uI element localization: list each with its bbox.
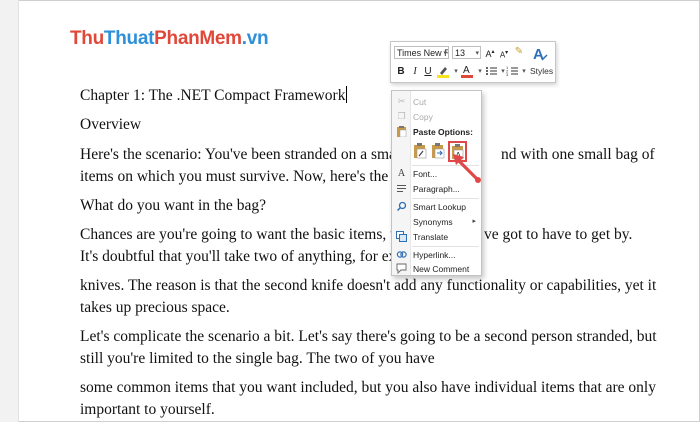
clipboard-icon	[396, 126, 407, 138]
translate-icon	[396, 231, 407, 242]
styles-label: Styles	[530, 66, 554, 76]
doc-line: What do you want in the bag?	[80, 197, 266, 214]
svg-text:A: A	[463, 65, 470, 76]
doc-line: Overview	[80, 116, 142, 133]
font-color-icon[interactable]: A	[461, 63, 473, 78]
svg-text:3: 3	[506, 72, 509, 77]
menu-item-synonyms[interactable]: Synonyms ▸	[392, 215, 481, 229]
doc-line: Here's the scenario: You've been strande…	[80, 146, 396, 163]
svg-text:A: A	[533, 46, 544, 63]
styles-icon[interactable]: A	[530, 44, 550, 64]
link-icon	[396, 249, 407, 260]
search-icon	[396, 201, 407, 212]
font-name-select[interactable]: Times New Ro▾	[394, 46, 449, 59]
paste-keep-source-formatting-icon[interactable]	[412, 142, 428, 159]
menu-item-smart-lookup[interactable]: Smart Lookup	[392, 200, 481, 214]
doc-line: Let's complicate the scenario a bit. Let…	[80, 328, 657, 345]
menu-item-translate[interactable]: Translate	[392, 230, 481, 244]
font-size-select[interactable]: 13 ▾	[452, 46, 481, 59]
shrink-font-icon[interactable]: A▾	[498, 47, 510, 60]
bold-icon[interactable]: B	[395, 66, 407, 79]
doc-line-heading: Chapter 1: The .NET Compact Framework	[80, 86, 348, 104]
grow-font-icon[interactable]: A▴	[484, 46, 496, 59]
paragraph-icon	[396, 183, 407, 194]
chevron-down-icon[interactable]: ▾	[518, 66, 530, 79]
comment-icon	[396, 263, 407, 275]
doc-line-fragment: ve got to have to get by.	[484, 226, 633, 243]
left-margin-strip	[0, 0, 19, 422]
doc-line: takes up precious space.	[80, 299, 230, 316]
format-painter-icon[interactable]: ✎	[513, 46, 525, 59]
doc-line-fragment: nd with one small bag of	[501, 146, 655, 163]
chevron-down-icon: ▾	[475, 50, 479, 57]
doc-line: important to yourself.	[80, 401, 215, 418]
bullets-icon[interactable]	[485, 65, 497, 78]
doc-line: Chances are you're going to want the bas…	[80, 226, 410, 243]
text-cursor	[346, 86, 348, 103]
menu-separator	[412, 246, 479, 247]
paste-merge-formatting-icon[interactable]	[430, 142, 446, 159]
scissors-icon: ✂	[397, 96, 406, 106]
watermark-logo: ThuThuatPhanMem.vn	[70, 28, 269, 49]
annotation-arrow-icon	[453, 154, 481, 183]
menu-item-cut[interactable]: ✂ Cut	[392, 95, 481, 109]
menu-item-copy[interactable]: ❐ Copy	[392, 110, 481, 124]
doc-line: items on which you must survive. Now, he…	[80, 168, 408, 185]
numbering-icon[interactable]: 123	[506, 65, 518, 78]
doc-line: some common items that you want included…	[80, 379, 656, 396]
menu-item-hyperlink[interactable]: Hyperlink...	[392, 248, 481, 262]
chevron-down-icon: ▾	[443, 50, 447, 57]
mini-toolbar: Times New Ro▾ 13▾ A▴ A▾ ✎ A Styles B I U…	[390, 41, 556, 83]
underline-icon[interactable]: U	[422, 66, 434, 79]
doc-line: still you're limited to the single bag. …	[80, 350, 435, 367]
font-icon: A	[397, 168, 406, 179]
doc-line: knives. The reason is that the second kn…	[80, 277, 657, 294]
menu-item-new-comment[interactable]: New Comment	[392, 262, 481, 276]
doc-line: It's doubtful that you'll take two of an…	[80, 248, 416, 265]
copy-icon: ❐	[397, 111, 406, 121]
italic-icon[interactable]: I	[409, 66, 421, 79]
chevron-right-icon: ▸	[472, 218, 476, 225]
paste-options-header: Paste Options:	[413, 127, 473, 137]
highlight-icon[interactable]	[437, 64, 449, 78]
menu-separator	[412, 198, 479, 199]
